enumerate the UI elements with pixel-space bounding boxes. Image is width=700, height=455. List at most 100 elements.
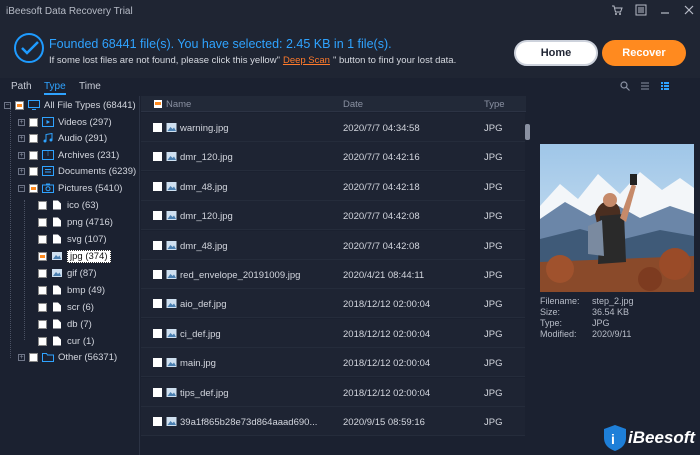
tree-checkbox[interactable] [38,285,47,295]
file-date: 2018/12/12 02:00:04 [343,299,431,311]
table-row[interactable]: dmr_120.jpg 2020/7/7 04:42:16 JPG [141,142,526,172]
row-checkbox[interactable] [153,240,162,250]
folder-icon [42,353,54,362]
tree-checkbox[interactable] [29,352,38,362]
tree-node-cur[interactable]: cur (1) [38,333,94,349]
tab-time[interactable]: Time [79,81,101,92]
row-checkbox[interactable] [153,387,162,397]
tree-checkbox[interactable] [38,268,47,278]
table-row[interactable]: warning.jpg 2020/7/7 04:34:58 JPG [141,113,526,142]
view-tabs: Path Type Time [0,78,140,96]
size-label: Size: [540,307,561,317]
table-row[interactable]: dmr_48.jpg 2020/7/7 04:42:08 JPG [141,230,526,260]
menu-icon[interactable] [634,4,648,18]
table-row[interactable]: tips_def.jpg 2018/12/12 02:00:04 JPG [141,377,526,407]
list-view-icon[interactable] [640,81,650,91]
image-file-icon [166,299,177,309]
recover-button[interactable]: Recover [602,40,686,66]
minimize-icon[interactable] [658,4,672,18]
row-checkbox[interactable] [153,211,162,221]
tree-node-db[interactable]: db (7) [38,316,92,332]
table-row[interactable]: red_envelope_20191009.jpg 2020/4/21 08:44… [141,260,526,289]
scan-status: Founded 68441 file(s). You have selected… [49,37,392,51]
tab-path[interactable]: Path [11,81,32,92]
tree-node-archives[interactable]: + Archives (231) [18,147,119,163]
table-row[interactable]: aio_def.jpg 2018/12/12 02:00:04 JPG [141,289,526,319]
tree-node-gif[interactable]: gif (87) [38,265,97,281]
table-row[interactable]: main.jpg 2018/12/12 02:00:04 JPG [141,348,526,378]
tree-node-all[interactable]: − All File Types (68441) [4,97,136,113]
expand-icon[interactable]: + [18,167,25,175]
file-date: 2018/12/12 02:00:04 [343,358,431,370]
file-type: JPG [484,358,503,370]
tree-node-audio[interactable]: + Audio (291) [18,130,107,146]
tree-node-jpg[interactable]: jpg (374) [38,248,111,264]
row-checkbox[interactable] [153,181,162,191]
row-checkbox[interactable] [153,152,162,162]
modified-label: Modified: [540,329,577,339]
tree-checkbox[interactable] [29,133,38,143]
column-name[interactable]: Name [166,99,191,110]
image-file-icon [166,358,177,368]
tree-checkbox[interactable] [29,150,38,160]
tree-node-ico[interactable]: ico (63) [38,197,99,213]
tree-checkbox[interactable] [29,117,38,127]
tree-node-png[interactable]: png (4716) [38,214,113,230]
tree-label: Documents (6239) [58,165,137,177]
tree-node-videos[interactable]: + Videos (297) [18,114,112,130]
tree-checkbox[interactable] [38,319,47,329]
tree-checkbox[interactable] [38,217,47,227]
table-row[interactable]: dmr_48.jpg 2020/7/7 04:42:18 JPG [141,171,526,201]
expand-icon[interactable]: + [18,134,25,142]
tab-type[interactable]: Type [44,81,66,95]
row-checkbox[interactable] [153,270,162,279]
row-checkbox[interactable] [153,123,162,132]
tree-node-scr[interactable]: scr (6) [38,299,94,315]
tree-checkbox[interactable] [38,336,47,346]
home-button[interactable]: Home [514,40,598,66]
monitor-icon [28,100,40,110]
row-checkbox[interactable] [153,417,162,426]
svg-text:i: i [611,431,615,447]
column-date[interactable]: Date [343,99,363,110]
expand-icon[interactable]: + [18,151,25,159]
tree-checkbox[interactable] [38,200,47,210]
close-icon[interactable] [682,4,696,18]
tree-checkbox[interactable] [38,302,47,312]
row-checkbox[interactable] [153,299,162,309]
collapse-icon[interactable]: − [18,184,25,192]
expand-icon[interactable]: + [18,118,25,126]
tree-node-pictures[interactable]: − Pictures (5410) [18,180,122,196]
table-row[interactable]: dmr_120.jpg 2020/7/7 04:42:08 JPG [141,201,526,231]
table-row[interactable]: 39a1f865b28e73d864aaad690... 2020/9/15 08… [141,407,526,436]
tree-label: Archives (231) [58,149,120,161]
tree-node-other[interactable]: + Other (56371) [18,349,117,365]
search-icon[interactable] [620,81,630,91]
tree-checkbox[interactable] [38,251,47,261]
archive-icon [42,150,54,160]
expand-icon[interactable]: + [18,353,25,361]
column-type[interactable]: Type [484,99,505,110]
image-file-icon [166,123,177,132]
collapse-icon[interactable]: − [4,101,11,109]
image-file-icon [166,211,177,221]
file-name: main.jpg [180,358,216,370]
table-row[interactable]: ci_def.jpg 2018/12/12 02:00:04 JPG [141,318,526,348]
image-file-icon [166,387,177,397]
tree-checkbox[interactable] [29,166,38,176]
select-all-checkbox[interactable] [154,100,162,108]
deep-scan-link[interactable]: Deep Scan [283,55,330,66]
cart-icon[interactable] [610,4,624,18]
row-checkbox[interactable] [153,358,162,368]
tree-checkbox[interactable] [29,183,38,193]
video-icon [42,117,54,127]
tree-node-bmp[interactable]: bmp (49) [38,282,105,298]
tree-checkbox[interactable] [15,100,24,110]
row-checkbox[interactable] [153,328,162,338]
file-type: JPG [484,123,503,134]
tree-checkbox[interactable] [38,234,47,244]
view-toolbar [530,79,700,95]
detail-view-icon[interactable] [660,81,670,91]
tree-node-documents[interactable]: + Documents (6239) [18,163,136,179]
tree-node-svg[interactable]: svg (107) [38,231,107,247]
